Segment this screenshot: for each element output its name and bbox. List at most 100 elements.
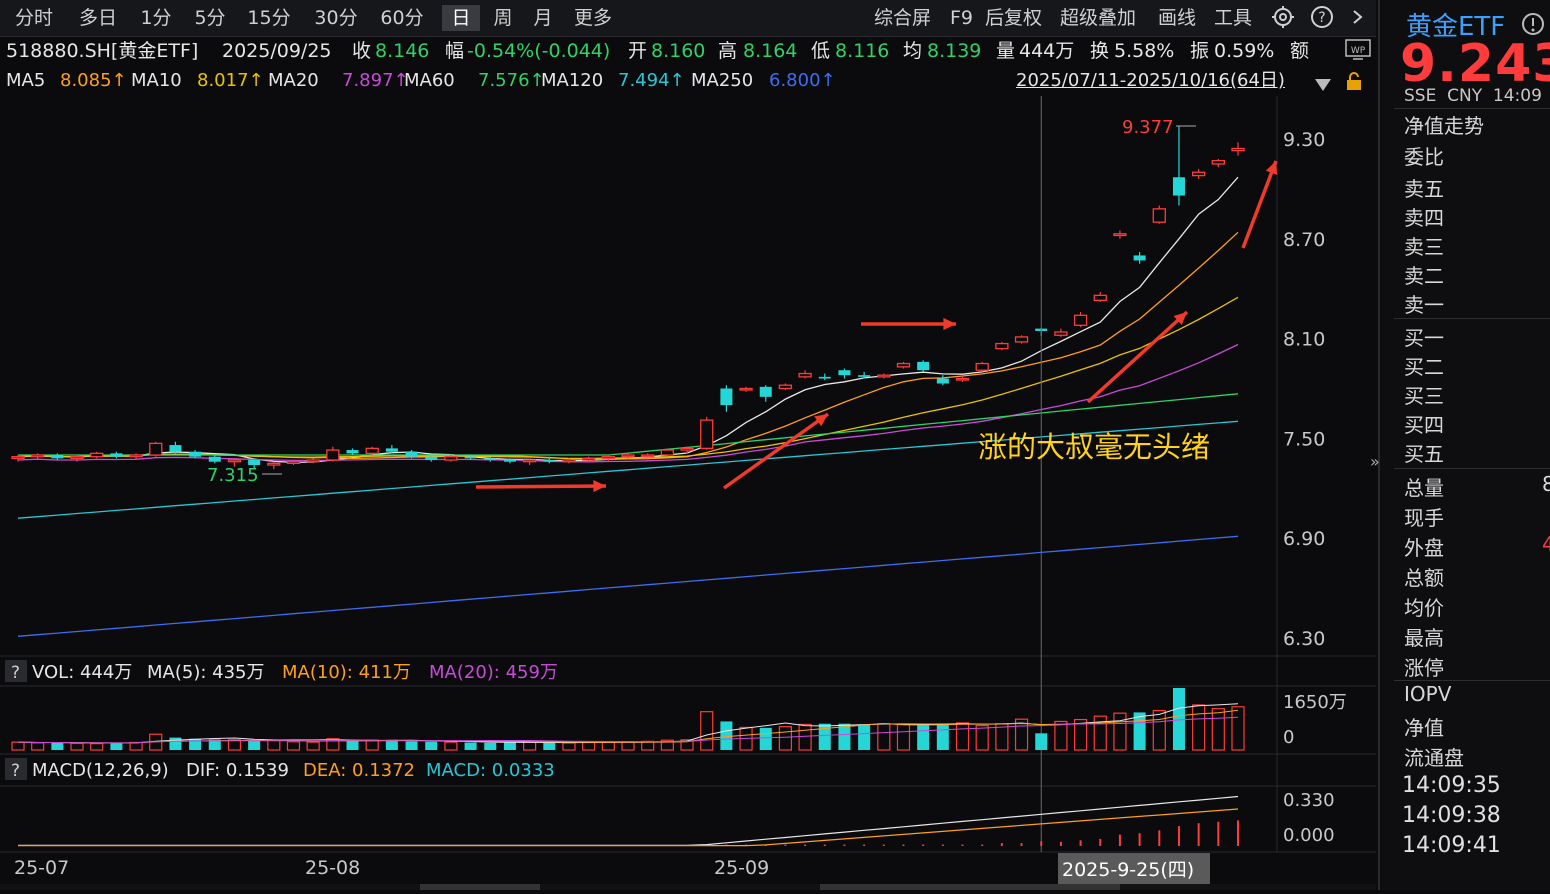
candle-body	[208, 456, 221, 462]
stat-label[interactable]: 涨停	[1404, 652, 1444, 681]
price-panel-bg	[0, 96, 1376, 656]
stat-label[interactable]: IOPV	[1404, 682, 1451, 706]
toolbar-item[interactable]: 工具	[1214, 5, 1252, 31]
ma-name: MA10	[131, 70, 182, 91]
period-tab[interactable]: 多日	[72, 5, 124, 31]
period-tab[interactable]: 5分	[189, 5, 231, 31]
ask-level-label[interactable]: 卖一	[1404, 289, 1444, 318]
toolbar-item[interactable]: F9	[950, 5, 973, 31]
bid-level-label[interactable]: 买三	[1404, 380, 1444, 409]
gear-icon[interactable]	[1271, 5, 1295, 31]
volume-bar	[1054, 720, 1068, 751]
candle-body	[484, 458, 497, 461]
toolbar-item[interactable]: 综合屏	[874, 5, 931, 31]
order-ratio-label[interactable]: 委比	[1404, 141, 1444, 170]
horizontal-scrollbar[interactable]	[0, 884, 1376, 890]
candle-body	[1191, 171, 1206, 177]
candle-body	[995, 342, 1009, 350]
volume-bar	[464, 742, 477, 750]
volume-bar	[700, 711, 714, 751]
volume-bar	[1211, 708, 1225, 751]
volume-bar	[543, 742, 556, 750]
nav-trend-link[interactable]: 净值走势	[1404, 110, 1484, 139]
toolbar-item[interactable]: 超级叠加	[1060, 5, 1136, 31]
stat-label[interactable]: 总额	[1404, 562, 1444, 591]
toolbar-item[interactable]: 后复权	[985, 5, 1042, 31]
stat-label[interactable]: 现手	[1404, 502, 1444, 531]
turnover-label: 换	[1090, 40, 1110, 62]
stat-label[interactable]: 外盘	[1404, 532, 1444, 561]
stat-label[interactable]: 净值	[1404, 712, 1444, 741]
period-tab[interactable]: 1分	[136, 5, 176, 31]
period-tab[interactable]: 分时	[8, 5, 60, 31]
candle-body	[896, 362, 911, 368]
volume-bar	[90, 743, 104, 751]
chevron-right-icon[interactable]	[1348, 5, 1368, 31]
ask-level-label[interactable]: 卖四	[1404, 202, 1444, 231]
volume-bar	[562, 742, 576, 751]
volume-bar	[425, 741, 438, 750]
period-tab[interactable]: 30分	[310, 5, 362, 31]
period-tab[interactable]: 60分	[376, 5, 428, 31]
help-icon[interactable]: ?	[1310, 5, 1334, 31]
last-price: 9.243	[1400, 34, 1550, 94]
candle-body	[503, 460, 516, 462]
high-mark: 9.377	[1122, 117, 1174, 138]
volume-bar	[110, 742, 123, 750]
ask-level-label[interactable]: 卖五	[1404, 173, 1444, 202]
volume-bar	[444, 741, 458, 751]
stat-label[interactable]: 总量	[1404, 472, 1444, 501]
period-tab[interactable]: 日	[442, 5, 480, 31]
chart-svg[interactable]: 9.30 8.70 8.10 7.50 6.90 6.30 25-07 25-08 25-09 9…	[0, 96, 1376, 890]
scroll-thumb-secondary[interactable]	[820, 884, 1120, 890]
candle-body	[169, 445, 182, 452]
candle-body	[326, 449, 340, 461]
toolbar-item[interactable]: 画线	[1158, 5, 1196, 31]
volume-bar	[11, 741, 25, 751]
vol-help-icon: ?	[11, 663, 20, 683]
candle-body	[522, 459, 537, 463]
period-tab[interactable]: 15分	[243, 5, 295, 31]
candle-body	[543, 460, 556, 462]
period-tab[interactable]: 月	[524, 5, 562, 31]
chart-annotation: 涨的大叔毫无头绪	[978, 430, 1211, 464]
stat-label[interactable]: 流通盘	[1404, 742, 1464, 771]
vol-ma5: MA(5): 435万	[147, 662, 264, 683]
candle-body	[1211, 159, 1225, 165]
ma-value: 7.897↑	[342, 70, 409, 91]
kline-chart[interactable]: 9.30 8.70 8.10 7.50 6.90 6.30 25-07 25-08 25-09 9…	[0, 96, 1376, 890]
exchange-info: SSE CNY 14:09	[1404, 86, 1542, 106]
volume-bar	[778, 726, 793, 751]
candle-body	[1133, 255, 1146, 261]
period-tab[interactable]: 周	[484, 5, 522, 31]
tick-time: 14:09:35	[1402, 773, 1501, 798]
candle-body	[189, 451, 202, 457]
ask-level-label[interactable]: 卖二	[1404, 260, 1444, 289]
tick-time: 14:09:41	[1402, 833, 1501, 858]
stat-label[interactable]: 最高	[1404, 622, 1444, 651]
ma-value: 6.800↑	[769, 70, 836, 91]
date-range-label[interactable]: 2025/07/11-2025/10/16(64日)	[1016, 66, 1285, 96]
bid-level-label[interactable]: 买四	[1404, 409, 1444, 438]
volume-bar	[405, 741, 418, 750]
ma-name: MA250	[691, 70, 754, 91]
period-tab[interactable]: 更多	[567, 5, 619, 31]
scroll-thumb[interactable]	[420, 884, 540, 890]
macd-help-icon: ?	[11, 761, 20, 781]
total-volume-value: 8	[1542, 472, 1550, 496]
collapse-panel-button[interactable]: »	[1370, 452, 1380, 478]
bid-level-label[interactable]: 买一	[1404, 322, 1444, 351]
bid-level-label[interactable]: 买二	[1404, 351, 1444, 380]
volume-bar	[621, 741, 635, 751]
vol-ma20: MA(20): 459万	[429, 662, 558, 683]
outer-volume-value: 4	[1542, 532, 1550, 556]
ask-level-label[interactable]: 卖三	[1404, 231, 1444, 260]
candle-body	[759, 386, 772, 397]
bid-level-label[interactable]: 买五	[1404, 438, 1444, 467]
volume-bar	[720, 721, 733, 750]
candle-body	[778, 384, 793, 390]
candle-body	[798, 372, 812, 378]
stat-label[interactable]: 均价	[1404, 592, 1444, 621]
volume-bar	[1231, 706, 1245, 751]
candle-body	[90, 452, 104, 458]
